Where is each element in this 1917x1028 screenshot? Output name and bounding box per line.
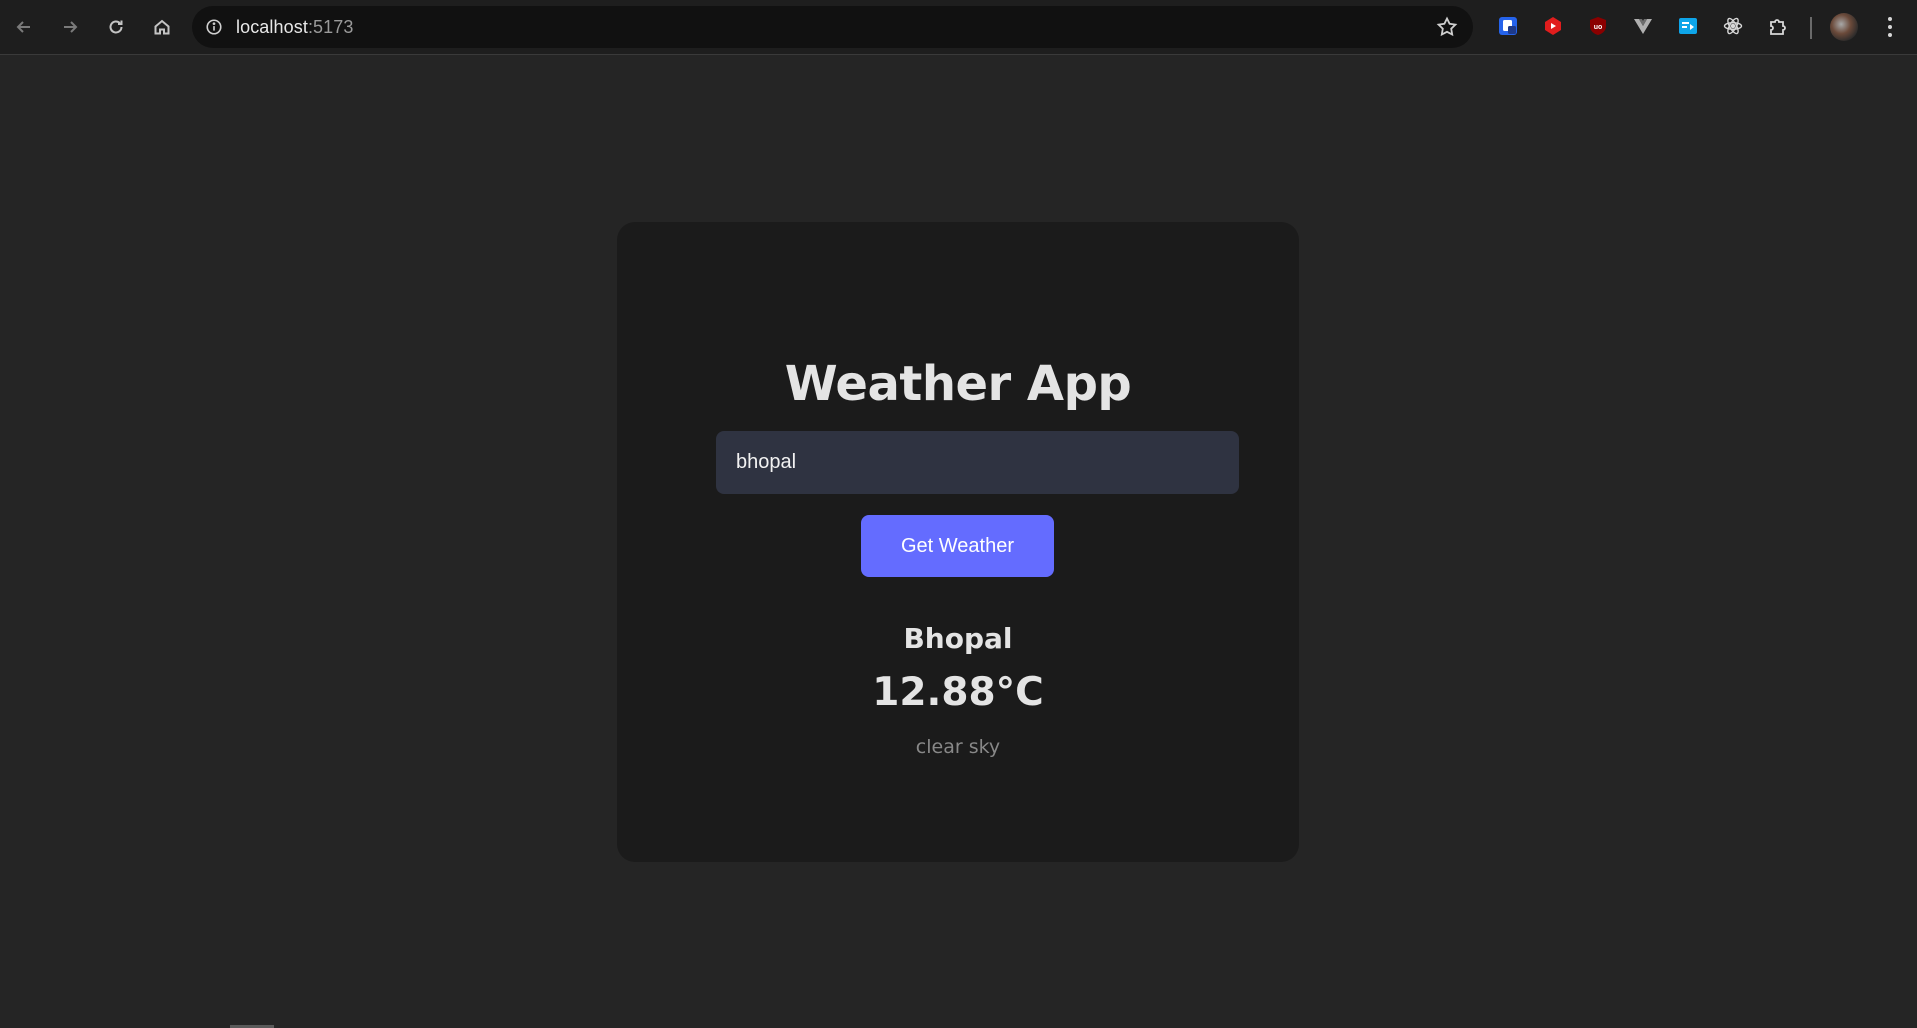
- home-button[interactable]: [140, 5, 184, 49]
- puzzle-extensions-icon[interactable]: [1766, 13, 1790, 39]
- translate-extension-icon[interactable]: [1676, 13, 1700, 39]
- vue-devtools-icon[interactable]: [1631, 13, 1655, 39]
- shield-extension-icon[interactable]: [1496, 13, 1520, 39]
- svg-text:uo: uo: [1594, 24, 1603, 31]
- back-button[interactable]: [2, 5, 46, 49]
- result-description: clear sky: [915, 736, 1001, 758]
- city-search-input[interactable]: [716, 431, 1239, 494]
- avatar[interactable]: [1830, 13, 1858, 41]
- get-weather-button[interactable]: Get Weather: [861, 515, 1054, 577]
- app-title: Weather App: [784, 356, 1132, 412]
- info-icon[interactable]: [202, 15, 226, 39]
- react-devtools-icon[interactable]: [1721, 13, 1745, 39]
- browser-toolbar: localhost:5173 uo: [0, 0, 1917, 55]
- toolbar-divider: [1810, 17, 1812, 39]
- ublock-extension-icon[interactable]: uo: [1586, 13, 1610, 39]
- url-host: localhost: [236, 16, 308, 37]
- address-bar[interactable]: localhost:5173: [192, 6, 1473, 48]
- star-icon[interactable]: [1435, 15, 1459, 39]
- youtube-extension-icon[interactable]: [1541, 13, 1565, 39]
- forward-arrow-icon: [64, 21, 78, 33]
- weather-card: Weather App Get Weather Bhopal 12.88°C c…: [617, 222, 1299, 862]
- reload-icon: [109, 20, 123, 34]
- home-icon: [154, 19, 170, 35]
- back-arrow-icon: [16, 21, 30, 33]
- url-port: :5173: [307, 16, 354, 37]
- kebab-menu-icon[interactable]: [1880, 13, 1900, 41]
- forward-button[interactable]: [48, 5, 92, 49]
- result-city: Bhopal: [903, 622, 1013, 655]
- result-temperature: 12.88°C: [872, 670, 1044, 715]
- reload-button[interactable]: [94, 5, 138, 49]
- url-text[interactable]: localhost:5173: [236, 17, 354, 38]
